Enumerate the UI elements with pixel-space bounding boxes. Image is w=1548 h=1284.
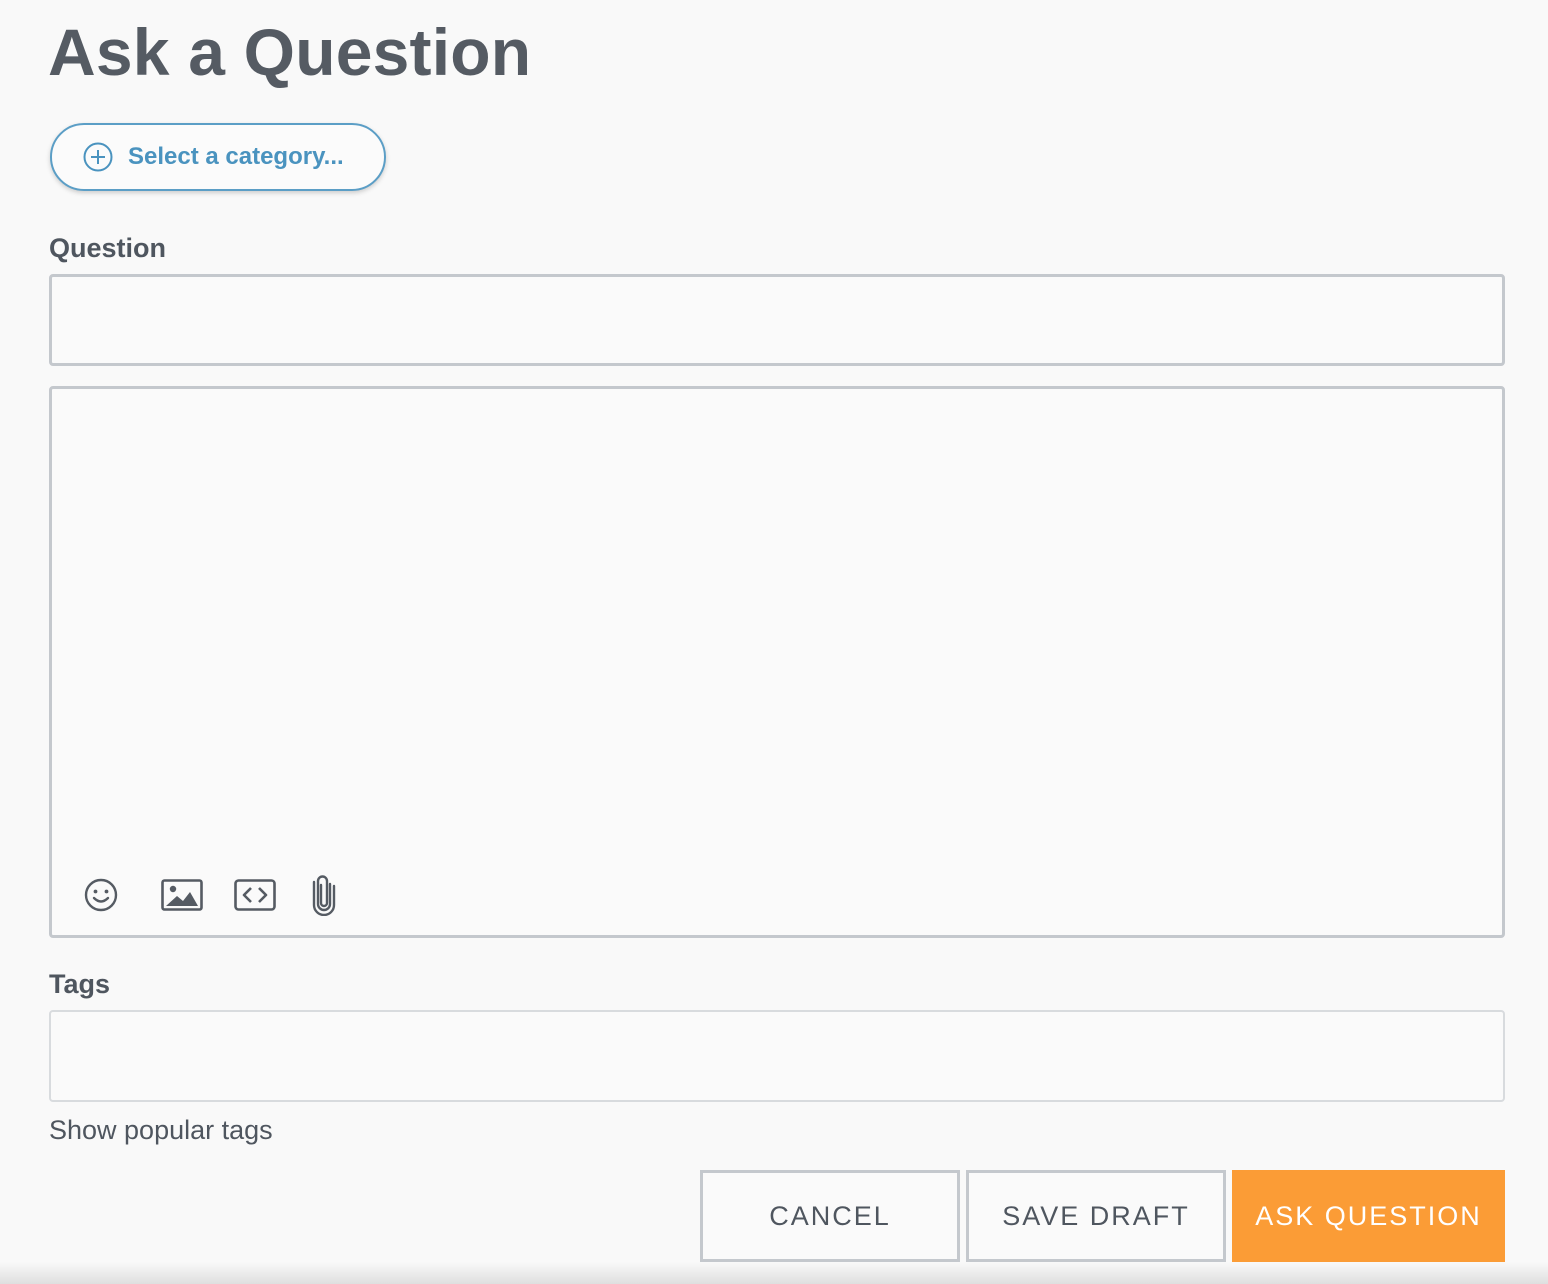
question-label: Question [49,233,167,263]
question-input[interactable] [49,274,1505,366]
smiley-icon[interactable] [81,875,121,915]
plus-circle-icon [82,141,114,173]
question-body-editor [49,386,1505,938]
save-draft-button[interactable]: SAVE DRAFT [966,1170,1226,1262]
show-popular-tags-link[interactable]: Show popular tags [49,1112,273,1148]
page-title: Ask a Question [48,15,532,89]
image-icon[interactable] [160,875,204,915]
tags-input[interactable] [49,1010,1505,1102]
cancel-button[interactable]: CANCEL [700,1170,960,1262]
code-icon[interactable] [233,875,277,915]
editor-text-area[interactable] [52,389,1502,865]
tags-label: Tags [49,969,111,999]
paperclip-icon[interactable] [307,871,341,917]
bottom-shadow [0,1262,1548,1284]
select-category-label: Select a category... [128,143,344,170]
ask-question-button[interactable]: ASK QUESTION [1232,1170,1505,1262]
editor-toolbar [52,865,1502,935]
select-category-button[interactable]: Select a category... [50,123,386,191]
